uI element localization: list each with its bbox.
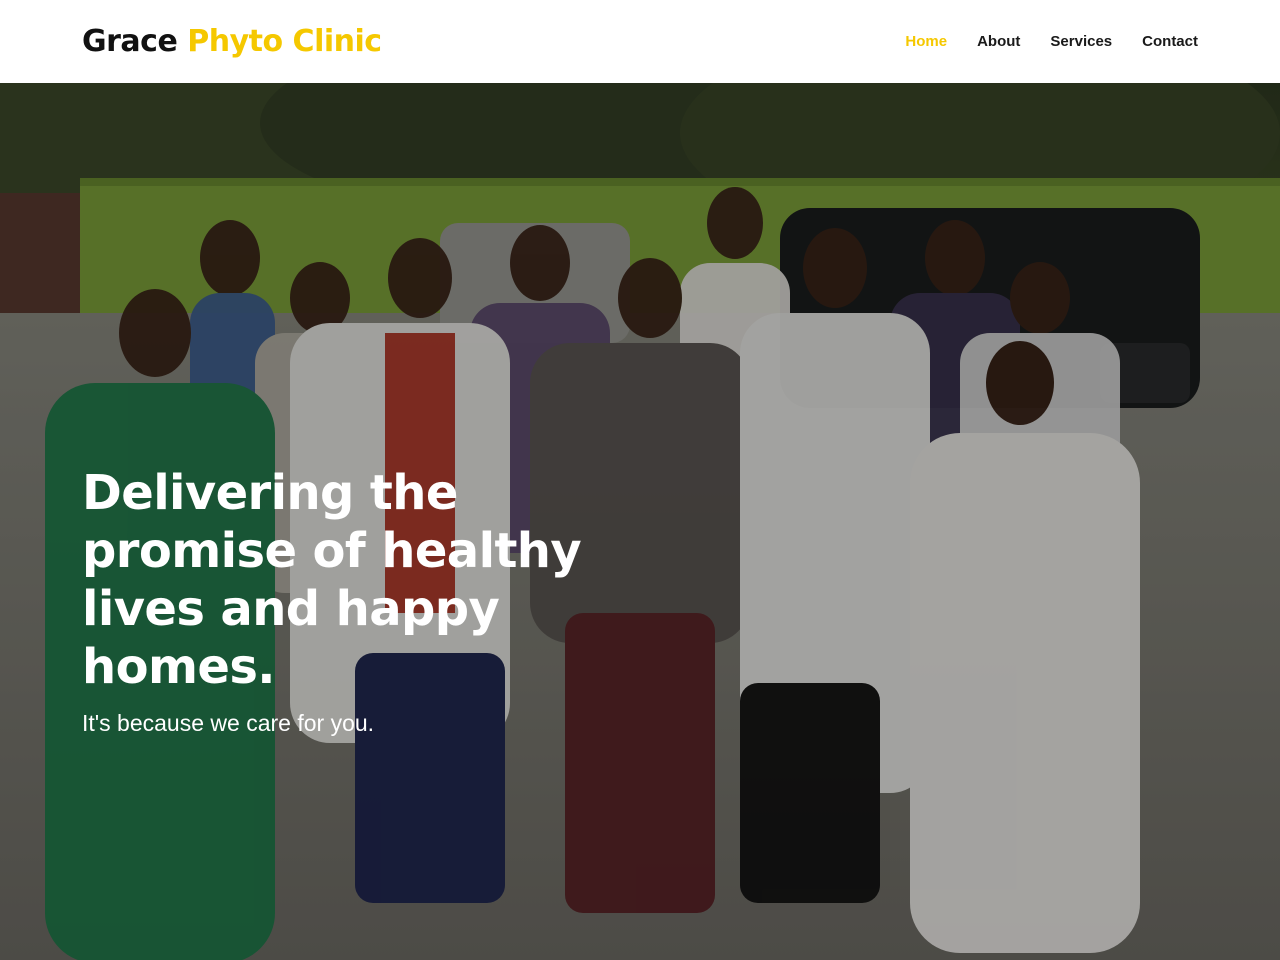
hero-copy: Delivering the promise of healthy lives … [82, 464, 642, 737]
brand-name-primary: Grace [82, 24, 178, 59]
nav-item-services[interactable]: Services [1050, 33, 1112, 50]
hero-section: Delivering the promise of healthy lives … [0, 83, 1280, 960]
main-nav: Home About Services Contact [905, 33, 1198, 50]
nav-item-contact[interactable]: Contact [1142, 33, 1198, 50]
hero-subtitle: It's because we care for you. [82, 710, 375, 736]
brand-logo[interactable]: Grace Phyto Clinic [82, 24, 382, 59]
brand-name-accent: Phyto Clinic [187, 24, 382, 59]
nav-item-about[interactable]: About [977, 33, 1020, 50]
hero-title: Delivering the promise of healthy lives … [82, 465, 582, 695]
site-header: Grace Phyto Clinic Home About Services C… [0, 0, 1280, 83]
nav-item-home[interactable]: Home [905, 33, 947, 50]
